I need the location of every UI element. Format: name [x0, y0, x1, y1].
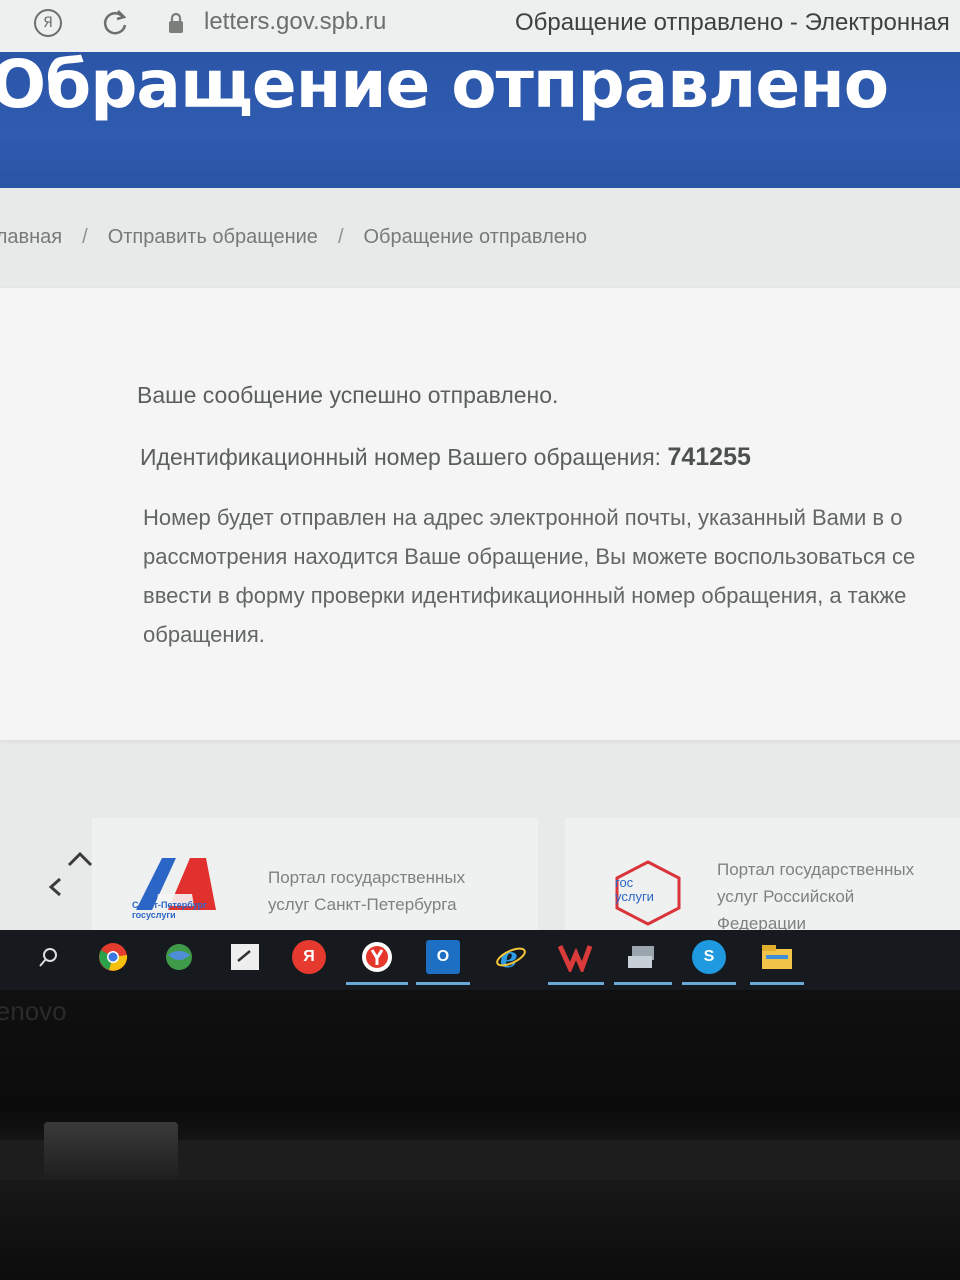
open-app-indicator	[614, 982, 672, 985]
spb-gosuslugi-link[interactable]: Санкт-Петербург госуслуги Портал государ…	[92, 818, 538, 938]
success-message: Ваше сообщение успешно отправлено.	[137, 382, 559, 408]
site-header: Обращение отправлено	[0, 46, 960, 188]
search-icon[interactable]	[32, 940, 66, 974]
breadcrumb-send-appeal-link[interactable]: Отправить обращение	[108, 226, 318, 249]
appeal-id-line: Идентификационный номер Вашего обращения…	[140, 443, 751, 472]
open-app-indicator	[548, 982, 604, 985]
breadcrumb-separator: /	[82, 226, 88, 248]
laptop-brand-logo: lenovo	[0, 996, 67, 1026]
skype-icon[interactable]: S	[692, 940, 726, 974]
lock-icon	[168, 12, 184, 34]
open-app-indicator	[682, 982, 736, 985]
windows-taskbar: Я O e S	[0, 930, 960, 990]
info-line: рассмотрения находится Ваше обращение, В…	[143, 544, 916, 569]
yandex-logo-letter: Я	[43, 15, 53, 31]
url-field[interactable]: letters.gov.spb.ru	[204, 8, 386, 36]
breadcrumb-separator: /	[337, 226, 344, 248]
confirmation-card: Ваше сообщение успешно отправлено. Идент…	[0, 288, 960, 740]
info-line: ввести в форму проверки идентификационны…	[143, 583, 907, 608]
gosuslugi-logo-text: гос услуги	[615, 875, 654, 904]
notepad-icon[interactable]	[228, 940, 262, 974]
gosuslugi-rf-link[interactable]: гос услуги Портал государственных услуг …	[565, 818, 960, 938]
spb-logo-caption: Санкт-Петербург госуслуги	[132, 900, 207, 920]
ie-icon[interactable]: e	[494, 940, 528, 974]
tab-title[interactable]: Обращение отправлено - Электронная	[515, 9, 950, 37]
gosuslugi-logo: гос услуги	[611, 858, 685, 928]
devices-icon[interactable]	[626, 940, 660, 974]
laptop-hinge	[44, 1122, 178, 1180]
spb-gosuslugi-logo: Санкт-Петербург госуслуги	[132, 848, 242, 924]
yandex-icon[interactable]: Я	[292, 940, 326, 974]
outlook-icon[interactable]: O	[426, 940, 460, 974]
chevron-left-icon[interactable]	[42, 874, 68, 900]
breadcrumb-current: Обращение отправлено	[363, 226, 588, 248]
open-app-indicator	[416, 982, 470, 985]
yandex-browser-icon[interactable]	[360, 940, 394, 974]
viber-icon[interactable]	[558, 940, 592, 974]
chrome-icon[interactable]	[96, 940, 130, 974]
laptop-screen: Я letters.gov.spb.ru Обращение отправлен…	[0, 0, 960, 990]
open-app-indicator	[750, 982, 804, 985]
spb-portal-label: Портал государственных услуг Санкт-Петер…	[268, 868, 466, 914]
browser-address-bar: Я letters.gov.spb.ru Обращение отправлен…	[0, 0, 960, 52]
info-paragraph: Номер будет отправлен на адрес электронн…	[143, 498, 915, 654]
appeal-id-label: Идентификационный номер Вашего обращения…	[140, 444, 662, 470]
reload-icon[interactable]	[100, 6, 130, 40]
breadcrumb: Главная / Отправить обращение / Обращени…	[0, 226, 587, 249]
info-line: обращения.	[143, 622, 265, 647]
yandex-browser-logo-icon[interactable]: Я	[34, 9, 62, 37]
info-line: Номер будет отправлен на адрес электронн…	[143, 505, 903, 530]
network-icon[interactable]	[162, 940, 196, 974]
svg-text:e: e	[500, 941, 518, 973]
gosuslugi-portal-label: Портал государственных услуг Российской …	[717, 860, 915, 933]
breadcrumb-home-link[interactable]: Главная	[0, 226, 62, 249]
appeal-id-number: 741255	[667, 443, 751, 471]
explorer-icon[interactable]	[760, 940, 794, 974]
page-title: Обращение отправлено	[0, 46, 889, 123]
active-app-indicator	[346, 982, 408, 985]
